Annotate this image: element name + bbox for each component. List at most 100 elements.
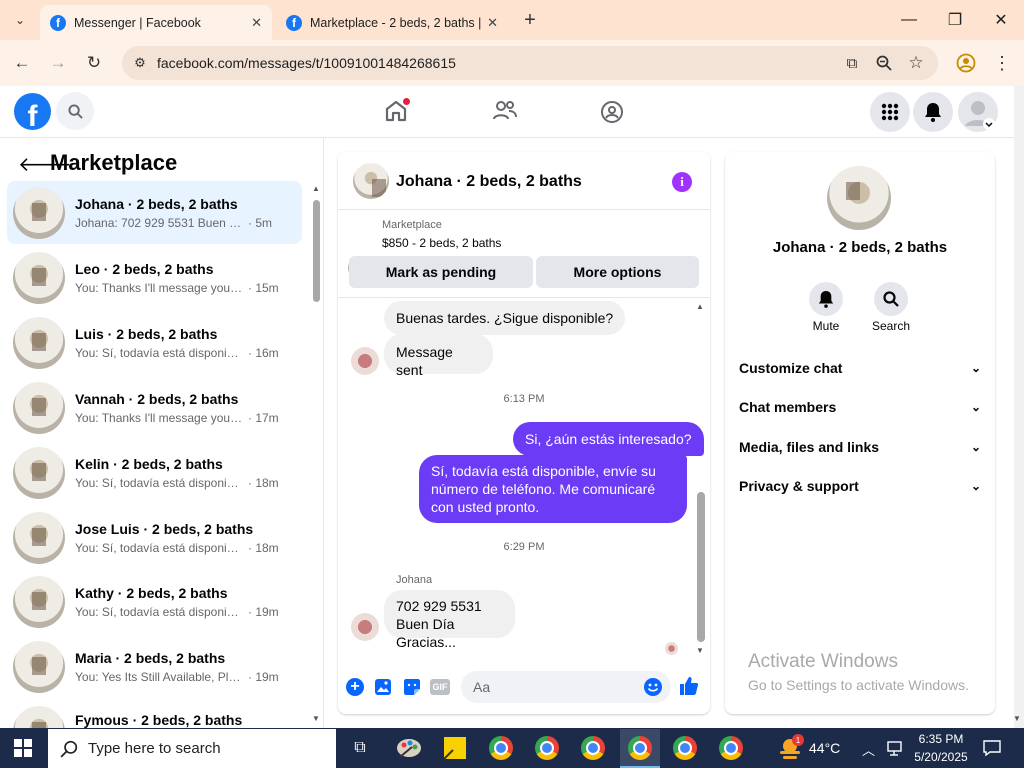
chrome-app-icon[interactable] [577,732,609,764]
site-info-icon[interactable]: ⚙ [126,49,154,77]
like-icon[interactable] [679,676,699,701]
clock-time[interactable]: 6:35 PM [910,732,972,746]
listing-thumbnail [13,251,65,304]
read-receipt-avatar [665,642,678,655]
sender-avatar[interactable] [351,347,379,375]
friends-icon [493,101,517,120]
chat-members-row[interactable]: Chat members ⌄ [739,399,981,415]
conversation-item[interactable]: Jose Luis · 2 beds, 2 baths You: Sí, tod… [7,506,302,569]
chrome-app-icon[interactable] [715,732,747,764]
menu-button[interactable] [870,92,910,132]
chevron-down-icon: ⌄ [970,479,981,493]
more-options-button[interactable]: More options [536,256,699,288]
info-icon[interactable]: i [672,172,692,192]
reload-icon[interactable]: ↻ [80,49,108,77]
customize-chat-row[interactable]: Customize chat ⌄ [739,360,981,376]
media-files-links-row[interactable]: Media, files and links ⌄ [739,439,981,455]
chrome-menu-icon[interactable]: ⋮ [988,49,1016,77]
gif-icon[interactable]: GIF [430,679,450,695]
scroll-down-icon[interactable]: ▼ [696,646,704,655]
tab-messenger[interactable]: f Messenger | Facebook ✕ [40,5,272,40]
show-hidden-icons-icon[interactable]: ︿ [862,740,875,759]
message-outgoing: Si, ¿aún estás interesado? [513,422,704,456]
chrome-app-icon[interactable] [669,732,701,764]
close-tab-icon[interactable]: ✕ [487,15,498,31]
groups-icon [601,101,623,123]
url-text[interactable]: facebook.com/messages/t/1009100148426861… [157,55,456,71]
conversation-item[interactable]: Kathy · 2 beds, 2 baths You: Sí, todavía… [7,570,302,633]
weather-temp[interactable]: 44°C [809,740,840,756]
search-in-chat-button[interactable] [874,282,908,316]
notifications-button[interactable] [913,92,953,132]
conversation-item[interactable]: Fymous · 2 beds, 2 baths [7,700,302,728]
conversation-name: Kathy · 2 beds, 2 baths [75,584,228,601]
conversation-time: · 18m [248,540,279,555]
conversation-item[interactable]: Vannah · 2 beds, 2 baths You: Thanks I'l… [7,376,302,439]
zoom-icon[interactable] [870,49,898,77]
listing-source: Marketplace [382,219,442,231]
chrome-app-icon[interactable] [485,732,517,764]
bookmark-star-icon[interactable]: ☆ [902,49,930,77]
back-icon[interactable]: ← [8,49,36,77]
paint-app-icon[interactable] [393,732,425,764]
chat-avatar[interactable] [353,163,389,199]
network-icon[interactable] [886,739,904,762]
sticker-icon[interactable] [403,678,421,701]
conversation-time: · 18m [248,475,279,490]
account-button[interactable] [958,92,998,132]
close-window-icon[interactable]: ✕ [978,0,1024,40]
forward-icon[interactable]: → [44,49,72,77]
photo-icon[interactable] [374,678,392,701]
tab-marketplace[interactable]: f Marketplace - 2 beds, 2 baths | ✕ [276,5,508,40]
plus-icon[interactable]: + [346,678,364,696]
notification-center-icon[interactable] [983,739,1001,762]
emoji-icon[interactable] [644,678,662,696]
chat-title[interactable]: Johana · 2 beds, 2 baths [396,173,582,191]
conversation-preview: You: Sí, todavía está disponible, e... [75,540,245,555]
conversation-item[interactable]: Leo · 2 beds, 2 baths You: Thanks I'll m… [7,246,302,309]
chrome-icon [628,735,652,760]
conversation-item[interactable]: Kelin · 2 beds, 2 baths You: Sí, todavía… [7,441,302,504]
chrome-app-icon-active[interactable] [620,729,660,768]
search-facebook-button[interactable] [56,92,94,130]
windows-start-icon[interactable] [14,739,32,762]
minimize-icon[interactable]: — [886,0,932,40]
chevron-down-icon: ⌄ [970,400,981,414]
profile-icon[interactable] [952,49,980,77]
chat-scrollbar[interactable] [697,492,705,642]
profile-thumbnail[interactable] [827,166,891,230]
listing-thumbnail [13,381,65,434]
new-tab-icon[interactable]: + [516,6,544,34]
tab-search-icon[interactable]: ⌄ [6,6,34,34]
maximize-icon[interactable]: ❐ [932,0,978,40]
close-tab-icon[interactable]: ✕ [251,15,262,31]
scroll-down-icon[interactable]: ▼ [312,714,320,723]
conversation-scrollbar[interactable] [313,200,320,302]
page-scrollbar[interactable] [1014,86,1024,728]
facebook-logo[interactable]: f [14,93,51,130]
message-input[interactable]: Aa [461,671,671,703]
listing-title[interactable]: $850 - 2 beds, 2 baths [382,236,501,250]
scroll-up-icon[interactable]: ▲ [696,302,704,311]
conversation-item[interactable]: Maria · 2 beds, 2 baths You: Yes Its Sti… [7,635,302,698]
groups-nav[interactable] [599,99,625,130]
conversation-item[interactable]: Luis · 2 beds, 2 baths You: Sí, todavía … [7,311,302,374]
sender-avatar[interactable] [351,613,379,641]
sticky-notes-icon[interactable] [439,732,471,764]
friends-nav[interactable] [492,99,518,128]
scroll-up-icon[interactable]: ▲ [312,184,320,193]
weather-icon[interactable]: 1 [774,732,806,764]
task-view-icon[interactable]: ⧉ [344,732,376,764]
mark-as-pending-button[interactable]: Mark as pending [349,256,533,288]
install-app-icon[interactable]: ⧉ [838,49,866,77]
chrome-app-icon[interactable] [531,732,563,764]
profile-name: Johana · 2 beds, 2 baths [772,239,948,256]
scroll-down-icon[interactable]: ▼ [1013,714,1021,723]
listing-thumbnail [13,446,65,499]
privacy-support-row[interactable]: Privacy & support ⌄ [739,478,981,494]
taskbar-search-box[interactable]: Type here to search [48,729,336,768]
mute-button[interactable] [809,282,843,316]
home-nav[interactable] [383,98,410,129]
clock-date[interactable]: 5/20/2025 [908,750,974,764]
conversation-item[interactable]: Johana · 2 beds, 2 baths Johana: 702 929… [7,181,302,244]
